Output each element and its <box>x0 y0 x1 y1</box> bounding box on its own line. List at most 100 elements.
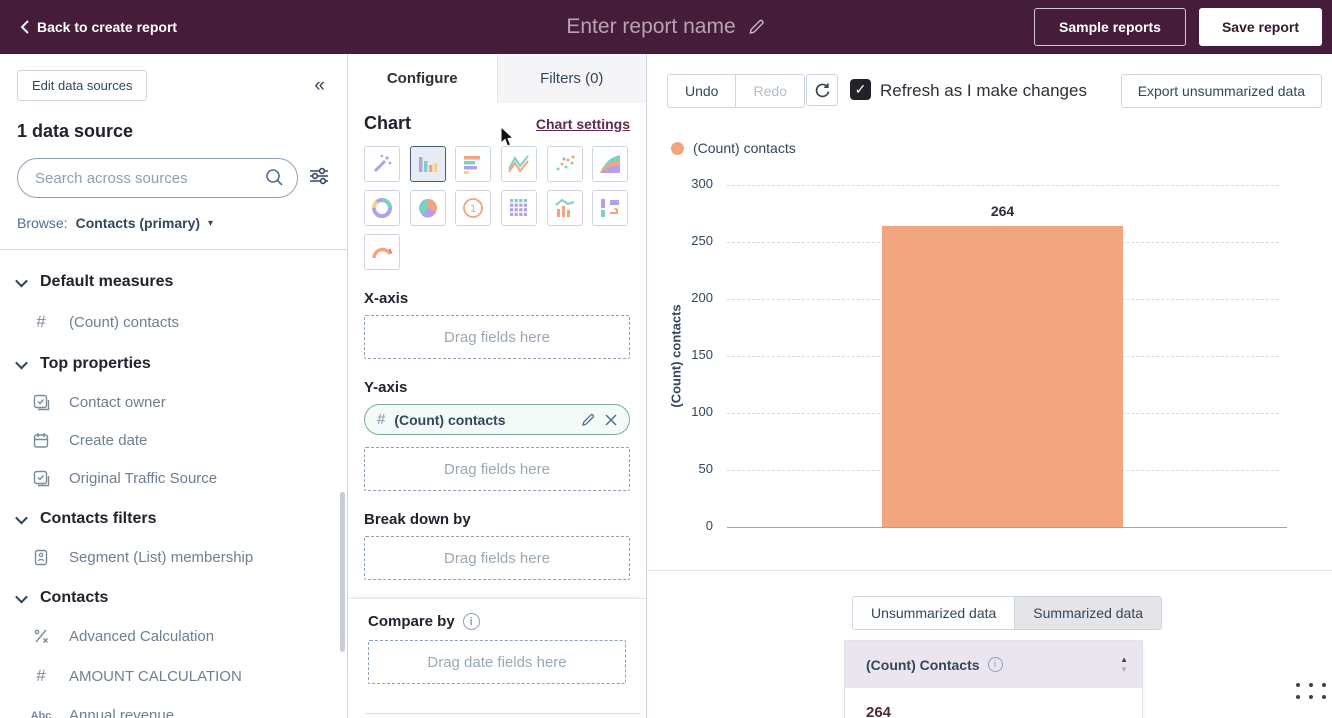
section-top-properties[interactable]: Top properties <box>0 355 347 373</box>
sort-up-icon: ▲ <box>1120 656 1128 664</box>
search-input[interactable] <box>17 158 298 198</box>
undo-button[interactable]: Undo <box>668 75 736 107</box>
table-icon <box>507 196 531 220</box>
chart-type-scatter[interactable] <box>547 146 583 182</box>
chart-type-line[interactable] <box>501 146 537 182</box>
filter-settings-icon[interactable] <box>308 165 330 192</box>
compare-by-dropzone[interactable]: Drag date fields here <box>368 640 626 684</box>
combo-chart-icon <box>553 196 577 220</box>
edit-data-sources-button[interactable]: Edit data sources <box>17 70 147 101</box>
section-contacts[interactable]: Contacts <box>0 589 347 607</box>
chart-type-kpi[interactable]: 1 <box>455 190 491 226</box>
donut-chart-icon <box>370 196 394 220</box>
sidebar-scrollbar[interactable] <box>340 492 345 652</box>
compare-by-label: Compare by i <box>368 613 626 630</box>
redo-button[interactable]: Redo <box>736 75 803 107</box>
tab-configure[interactable]: Configure <box>348 54 497 103</box>
scatter-chart-icon <box>553 152 577 176</box>
field-count-contacts[interactable]: # (Count) contacts <box>31 312 347 332</box>
chart-type-area[interactable] <box>592 146 628 182</box>
y-axis-field-chip[interactable]: # (Count) contacts <box>364 404 630 435</box>
x-axis-dropzone[interactable]: Drag fields here <box>364 315 630 359</box>
chevron-down-icon <box>15 274 28 287</box>
field-amount-calculation[interactable]: # AMOUNT CALCULATION <box>31 666 347 686</box>
back-link[interactable]: Back to create report <box>20 19 177 35</box>
y-tick: 200 <box>647 290 713 305</box>
chart-type-grid: 1 <box>364 146 630 270</box>
x-axis-baseline <box>727 527 1287 528</box>
chart-type-horizontal-bar[interactable] <box>455 146 491 182</box>
field-advanced-calculation[interactable]: Advanced Calculation <box>31 628 347 645</box>
gridline <box>727 185 1279 186</box>
edit-pencil-icon[interactable] <box>748 18 766 36</box>
back-link-label: Back to create report <box>37 19 177 35</box>
legend-item[interactable]: (Count) contacts <box>671 140 796 156</box>
browse-label: Browse: <box>17 215 68 231</box>
export-unsummarized-button[interactable]: Export unsummarized data <box>1121 74 1322 108</box>
chart-type-pie[interactable] <box>410 190 446 226</box>
y-tick: 150 <box>647 347 713 362</box>
topbar-actions: Sample reports Save report <box>1034 8 1322 46</box>
sample-reports-button[interactable]: Sample reports <box>1034 8 1186 46</box>
report-name-placeholder: Enter report name <box>566 15 735 39</box>
edit-field-icon[interactable] <box>581 412 596 427</box>
undo-redo-group: Undo Redo <box>667 74 805 108</box>
chart-heading: Chart <box>364 113 411 134</box>
select-field-icon <box>31 394 51 411</box>
refresh-checkbox[interactable]: ✓ <box>850 79 871 100</box>
y-axis-label: Y-axis <box>364 379 630 396</box>
data-sources-sidebar: Edit data sources « 1 data source Browse… <box>0 54 348 718</box>
field-create-date[interactable]: Create date <box>31 432 347 449</box>
summarized-data-tab[interactable]: Summarized data <box>1015 597 1161 629</box>
data-view-toggle: Unsummarized data Summarized data <box>852 596 1162 630</box>
configure-panel: Configure Filters (0) Chart Chart settin… <box>348 54 647 718</box>
chart-type-gauge[interactable] <box>364 234 400 270</box>
area-chart-icon <box>598 152 622 176</box>
tab-filters[interactable]: Filters (0) <box>497 54 647 103</box>
chevron-down-icon <box>15 511 28 524</box>
report-name[interactable]: Enter report name <box>566 15 765 39</box>
gauge-chart-icon <box>370 240 394 264</box>
magic-wand-icon <box>370 152 394 176</box>
field-original-traffic-source[interactable]: Original Traffic Source <box>31 470 347 487</box>
waterfall-chart-icon <box>598 196 622 220</box>
field-annual-revenue[interactable]: Abc Annual revenue <box>31 707 347 718</box>
refresh-checkbox-label: Refresh as I make changes <box>880 81 1087 101</box>
chart-type-auto[interactable] <box>364 146 400 182</box>
divider <box>366 713 640 714</box>
legend-swatch <box>671 142 684 155</box>
compare-by-section: Compare by i Drag date fields here <box>348 598 646 684</box>
table-cell-link[interactable]: 264 <box>866 704 891 718</box>
browse-source-dropdown[interactable]: Contacts (primary) <box>76 215 200 231</box>
break-down-dropzone[interactable]: Drag fields here <box>364 536 630 580</box>
chart-type-table[interactable] <box>501 190 537 226</box>
sort-arrows[interactable]: ▲ ▼ <box>1120 656 1128 674</box>
section-contacts-filters[interactable]: Contacts filters <box>0 510 347 528</box>
hash-icon: # <box>31 666 51 686</box>
section-default-measures[interactable]: Default measures <box>0 273 347 291</box>
field-segment-list-membership[interactable]: Segment (List) membership <box>31 549 347 566</box>
chart-settings-link[interactable]: Chart settings <box>536 116 630 132</box>
chart-type-combo[interactable] <box>547 190 583 226</box>
y-tick: 0 <box>647 518 713 533</box>
chart-type-vertical-bar[interactable] <box>410 146 446 182</box>
info-icon: i <box>463 613 480 630</box>
y-tick: 100 <box>647 404 713 419</box>
field-contact-owner[interactable]: Contact owner <box>31 394 347 411</box>
save-report-button[interactable]: Save report <box>1199 8 1322 46</box>
chart-type-waterfall[interactable] <box>592 190 628 226</box>
list-membership-icon <box>31 549 51 566</box>
refresh-button[interactable] <box>806 74 838 106</box>
search-sources-box <box>17 158 298 198</box>
unsummarized-data-tab[interactable]: Unsummarized data <box>853 597 1015 629</box>
data-source-count-heading: 1 data source <box>17 121 347 142</box>
table-header-count-contacts[interactable]: (Count) Contacts i ▲ ▼ <box>845 641 1142 688</box>
grid-dots-handle[interactable] <box>1296 683 1326 699</box>
search-icon <box>265 168 284 192</box>
chart-type-donut[interactable] <box>364 190 400 226</box>
y-axis-dropzone[interactable]: Drag fields here <box>364 447 630 491</box>
collapse-sidebar-icon[interactable]: « <box>314 76 325 95</box>
break-down-by-label: Break down by <box>364 511 630 528</box>
svg-text:1: 1 <box>470 203 476 215</box>
remove-field-icon[interactable] <box>605 414 617 426</box>
